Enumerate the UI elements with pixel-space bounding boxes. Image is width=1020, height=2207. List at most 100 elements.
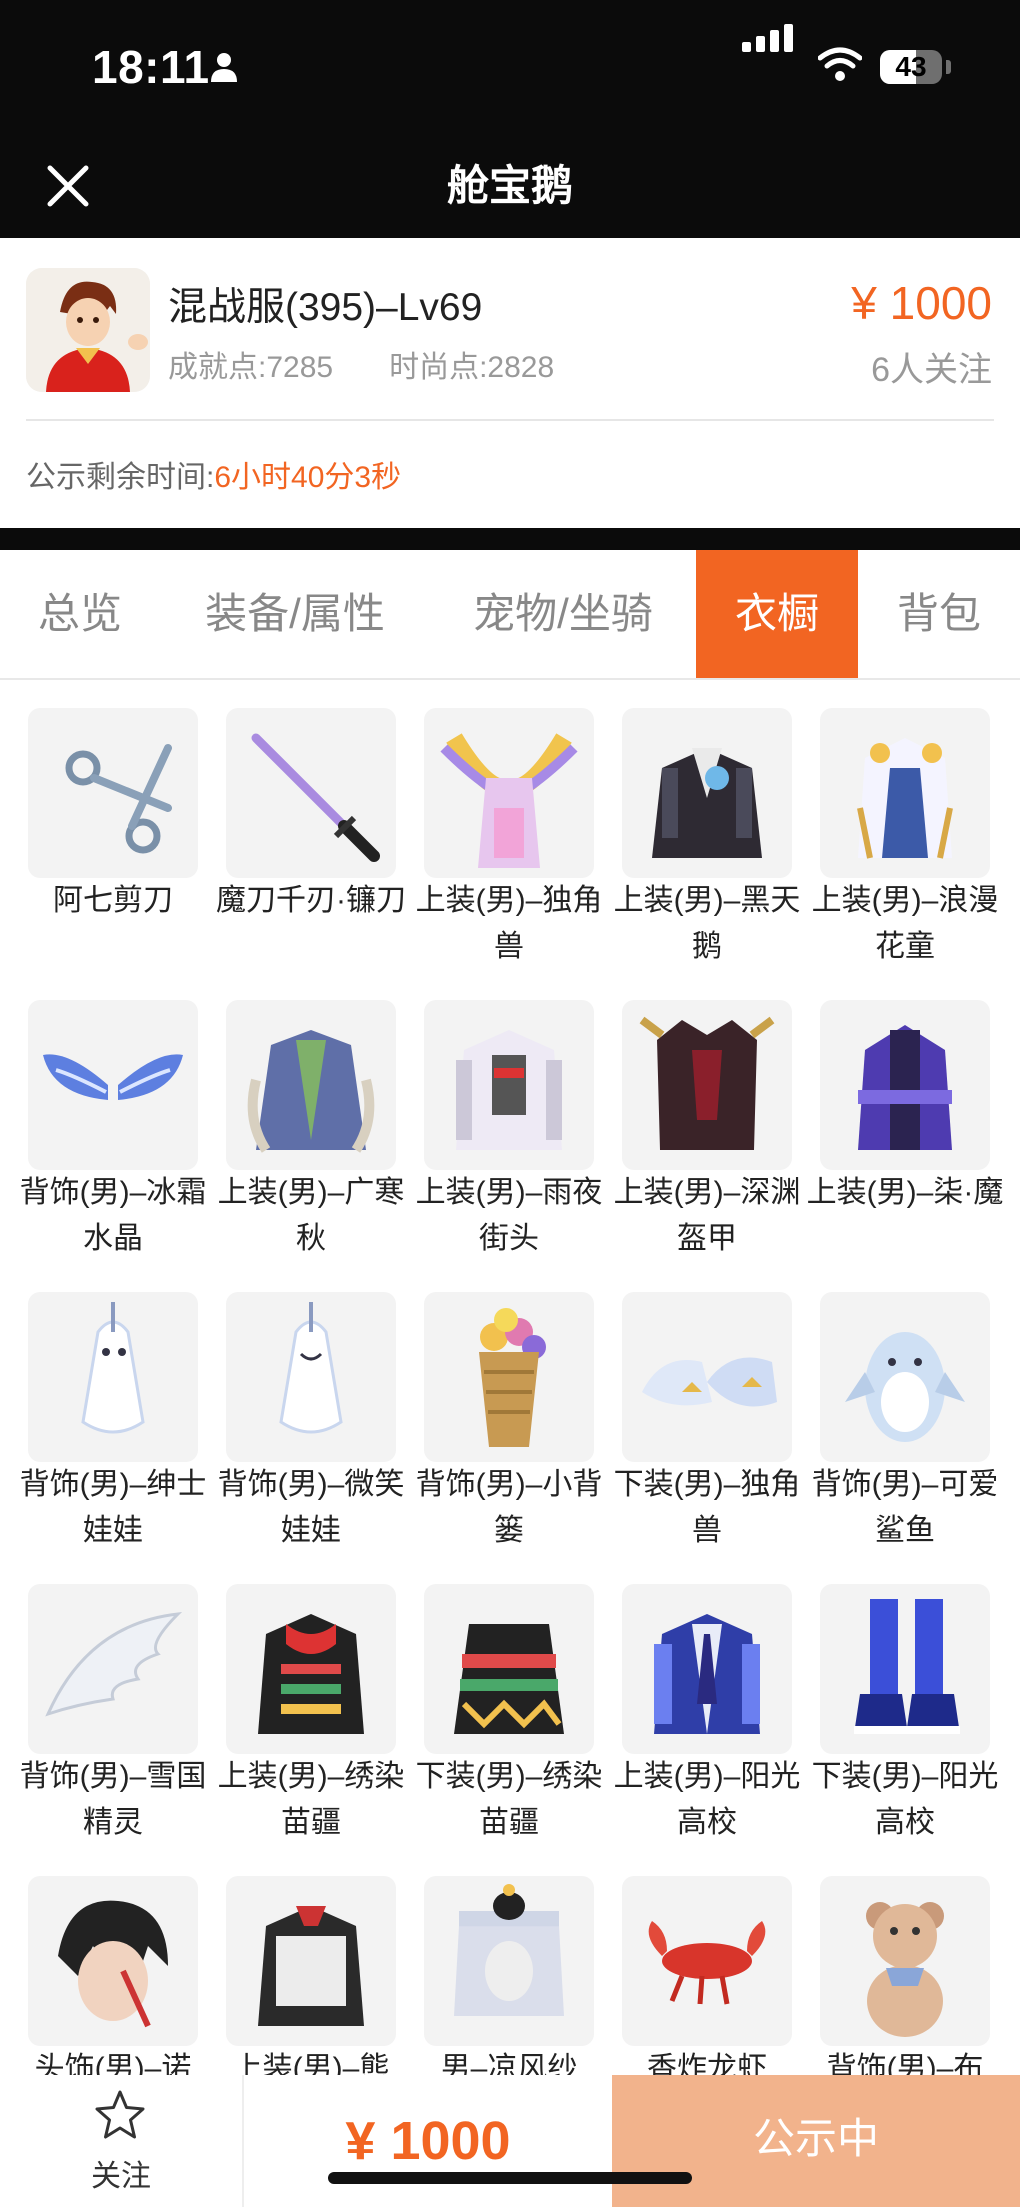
wardrobe-item[interactable]: 背饰(男)–微笑娃娃 <box>218 1264 425 1556</box>
hair-icon <box>28 1876 198 2046</box>
character-avatar[interactable] <box>26 268 150 392</box>
tab-backpack[interactable]: 背包 <box>858 550 1020 678</box>
wardrobe-item-label: 下装(男)–绣染苗疆 <box>415 1760 603 1839</box>
wardrobe-item-label: 上装(男)–深渊盔甲 <box>613 1176 801 1255</box>
tab-equipment[interactable]: 装备/属性 <box>160 550 430 678</box>
follow-button[interactable]: 关注 <box>0 2075 244 2207</box>
publicity-status-button[interactable]: 公示中 <box>612 2075 1020 2207</box>
remaining-time-label: 公示剩余时间: <box>26 461 215 494</box>
wardrobe-item[interactable]: 背饰(男)–冰霜水晶 <box>20 972 227 1264</box>
purple-hoodie-icon <box>820 1000 990 1170</box>
wifi-icon <box>818 47 862 81</box>
lobster-icon <box>622 1876 792 2046</box>
character-stats: 成就点:7285 时尚点:2828 <box>168 342 610 386</box>
section-separator <box>0 528 1020 550</box>
smile-doll-icon <box>226 1292 396 1462</box>
wardrobe-item[interactable]: 背饰(男)–布 <box>820 1848 1019 2075</box>
person-icon <box>211 53 237 82</box>
bear-jacket-icon <box>226 1876 396 2046</box>
school-top-icon <box>622 1584 792 1754</box>
wardrobe-item[interactable]: 上装(男)–独角兽 <box>416 680 623 972</box>
wardrobe-item-label: 香炸龙虾 <box>647 2052 767 2075</box>
wardrobe-item-label: 男–凉风纱 <box>440 2052 578 2075</box>
veil-hat-icon <box>424 1876 594 2046</box>
unicorn-shoes-icon <box>622 1292 792 1462</box>
watcher-count: 6人关注 <box>871 351 992 389</box>
school-shoes-icon <box>820 1584 990 1754</box>
shark-icon <box>820 1292 990 1462</box>
wardrobe-item-label: 背饰(男)–布 <box>826 2052 984 2075</box>
tab-wardrobe[interactable]: 衣橱 <box>696 550 858 678</box>
wardrobe-item[interactable]: 下装(男)–阳光高校 <box>812 1556 1019 1848</box>
star-icon <box>95 2090 145 2139</box>
wardrobe-item[interactable]: 上装(男)–绣染苗疆 <box>218 1556 425 1848</box>
black-swan-top-icon <box>622 708 792 878</box>
wardrobe-item[interactable]: 上装(男)–广寒秋 <box>218 972 425 1264</box>
page-title: 舱宝鹅 <box>446 162 573 209</box>
abyss-armor-icon <box>622 1000 792 1170</box>
wardrobe-item[interactable]: 下装(男)–独角兽 <box>614 1264 821 1556</box>
wardrobe-item[interactable]: 头饰(男)–诺 <box>28 1848 227 2075</box>
wardrobe-item[interactable]: 阿七剪刀 <box>28 680 227 972</box>
wardrobe-item-label: 上装(男)–独角兽 <box>415 884 603 963</box>
wardrobe-item[interactable]: 魔刀千刃·镰刀 <box>216 680 425 972</box>
wardrobe-item[interactable]: 上装(男)–柒·魔 <box>807 972 1019 1264</box>
wardrobe-item[interactable]: 背饰(男)–绅士娃娃 <box>20 1264 227 1556</box>
ghost-doll-icon <box>28 1292 198 1462</box>
battery-level: 43 <box>895 51 927 82</box>
tab-bar: 总览 装备/属性 宠物/坐骑 衣橱 背包 <box>0 550 1020 680</box>
wardrobe-item-label: 背饰(男)–绅士娃娃 <box>19 1468 207 1547</box>
white-wing-icon <box>28 1584 198 1754</box>
tab-overview[interactable]: 总览 <box>0 550 160 678</box>
flower-boy-top-icon <box>820 708 990 878</box>
wardrobe-item-label: 上装(男)–熊 <box>232 2052 390 2075</box>
wardrobe-item[interactable]: 上装(男)–阳光高校 <box>614 1556 821 1848</box>
home-indicator <box>328 2172 692 2184</box>
achievement-points: 成就点:7285 <box>168 351 334 384</box>
wardrobe-item-label: 上装(男)–阳光高校 <box>613 1760 801 1839</box>
divider <box>26 419 994 421</box>
wardrobe-item-label: 上装(男)–浪漫花童 <box>811 884 999 963</box>
ice-wings-icon <box>28 1000 198 1170</box>
remaining-time-value: 6小时40分3秒 <box>214 461 402 494</box>
wardrobe-item-label: 下装(男)–独角兽 <box>613 1468 801 1547</box>
wardrobe-item[interactable]: 下装(男)–绣染苗疆 <box>416 1556 623 1848</box>
wardrobe-item[interactable]: 上装(男)–深渊盔甲 <box>614 972 821 1264</box>
wardrobe-item[interactable]: 男–凉风纱 <box>424 1848 623 2075</box>
wardrobe-item[interactable]: 上装(男)–浪漫花童 <box>812 680 1019 972</box>
clock: 18:11 <box>92 41 210 93</box>
bottom-price: ¥ 1000 <box>345 2111 511 2171</box>
wardrobe-item-label: 上装(男)–广寒秋 <box>217 1176 405 1255</box>
bottom-bar: 关注 ¥ 1000 公示中 <box>0 2075 1020 2207</box>
wardrobe-item[interactable]: 背饰(男)–小背篓 <box>416 1264 623 1556</box>
wardrobe-item[interactable]: 背饰(男)–可爱鲨鱼 <box>812 1264 1019 1556</box>
wardrobe-item-label: 背饰(男)–微笑娃娃 <box>217 1468 405 1547</box>
miao-top-icon <box>226 1584 396 1754</box>
wardrobe-item[interactable]: 上装(男)–黑天鹅 <box>614 680 821 972</box>
wardrobe-item[interactable]: 上装(男)–雨夜街头 <box>416 972 623 1264</box>
robe-top-icon <box>226 1000 396 1170</box>
wardrobe-item-label: 头饰(男)–诺 <box>34 2052 192 2075</box>
wardrobe-item-label: 上装(男)–绣染苗疆 <box>217 1760 405 1839</box>
wardrobe-item[interactable]: 背饰(男)–雪国精灵 <box>20 1556 227 1848</box>
miao-skirt-icon <box>424 1584 594 1754</box>
flower-basket-icon <box>424 1292 594 1462</box>
wardrobe-grid: 阿七剪刀 魔刀千刃·镰刀 上装(男)–独角兽 上装(男)–黑天鹅 上装(男)–浪漫花童背… <box>0 680 1020 2075</box>
wardrobe-item-label: 魔刀千刃·镰刀 <box>216 884 406 917</box>
tab-pets[interactable]: 宠物/坐骑 <box>430 550 696 678</box>
character-portrait-icon <box>26 268 150 392</box>
street-jacket-icon <box>424 1000 594 1170</box>
wardrobe-item-label: 背饰(男)–小背篓 <box>415 1468 603 1547</box>
remaining-time: 公示剩余时间:6小时40分3秒 <box>26 452 401 496</box>
follow-label: 关注 <box>91 2160 151 2193</box>
teddy-bear-icon <box>820 1876 990 2046</box>
fashion-points: 时尚点:2828 <box>389 351 555 384</box>
listing-card: 混战服(395)–Lv69 成就点:7285 时尚点:2828 ¥ 1000 6人… <box>0 238 1020 528</box>
wardrobe-item-label: 上装(男)–黑天鹅 <box>613 884 801 963</box>
listing-price: ¥ 1000 <box>851 277 992 329</box>
unicorn-top-icon <box>424 708 594 878</box>
wardrobe-item-label: 上装(男)–雨夜街头 <box>415 1176 603 1255</box>
wardrobe-item[interactable]: 上装(男)–熊 <box>226 1848 425 2075</box>
wardrobe-item[interactable]: 香炸龙虾 <box>622 1848 821 2075</box>
wardrobe-item-label: 背饰(男)–雪国精灵 <box>19 1760 207 1839</box>
